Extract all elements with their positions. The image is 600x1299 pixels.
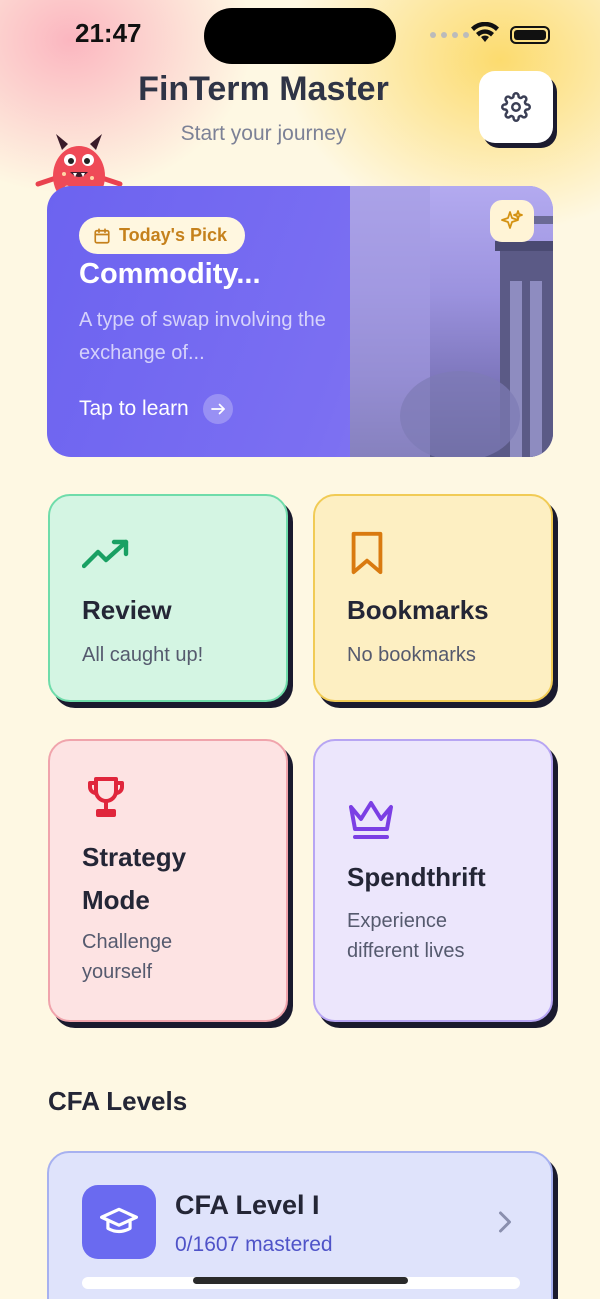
review-subtitle: All caught up! <box>82 644 204 666</box>
review-card[interactable]: Review All caught up! <box>48 494 288 702</box>
spendthrift-subtitle: Experience different lives <box>347 910 465 962</box>
app-title: FinTerm Master <box>138 70 389 108</box>
status-bar: 21:47 <box>0 0 600 70</box>
sparkles-icon <box>501 210 523 229</box>
sparkle-button[interactable] <box>490 200 534 242</box>
strategy-mode-card[interactable]: Strategy Mode Challenge yourself <box>48 739 288 1022</box>
graduation-cap-icon <box>82 1185 156 1259</box>
battery-icon <box>510 26 550 44</box>
chevron-right-icon <box>499 1211 511 1233</box>
todays-pick-label: Today's Pick <box>119 225 227 245</box>
review-title: Review <box>82 595 172 625</box>
gear-icon <box>501 92 531 122</box>
tap-to-learn-label: Tap to learn <box>79 397 189 420</box>
strategy-title: Strategy Mode <box>82 842 187 915</box>
bookmarks-card[interactable]: Bookmarks No bookmarks <box>313 494 553 702</box>
term-description: A type of swap involving the exchange of… <box>79 309 326 364</box>
bookmarks-title: Bookmarks <box>347 595 489 625</box>
arrow-right-icon <box>202 394 233 424</box>
spendthrift-card[interactable]: Spendthrift Experience different lives <box>313 739 553 1022</box>
calendar-icon <box>94 227 110 244</box>
wifi-icon <box>471 22 499 42</box>
todays-pick-card[interactable]: Today's Pick Commodity... A type of swap… <box>47 186 553 457</box>
todays-pick-badge: Today's Pick <box>79 217 245 254</box>
status-time: 21:47 <box>75 18 142 48</box>
home-indicator <box>193 1277 408 1284</box>
cellular-signal-icon <box>430 32 469 38</box>
crown-icon <box>349 801 393 839</box>
trophy-icon <box>88 777 124 817</box>
term-title: Commodity... <box>79 258 261 290</box>
cfa-level-title: CFA Level I <box>175 1190 320 1220</box>
trending-up-icon <box>82 539 129 569</box>
cfa-level-progress-text: 0/1607 mastered <box>175 1233 333 1256</box>
bookmark-icon <box>351 531 383 575</box>
settings-button[interactable] <box>479 71 553 143</box>
bookmarks-subtitle: No bookmarks <box>347 644 476 666</box>
tap-to-learn-link[interactable]: Tap to learn <box>79 394 233 424</box>
strategy-subtitle: Challenge yourself <box>82 931 173 983</box>
spendthrift-title: Spendthrift <box>347 862 486 892</box>
dynamic-island <box>204 8 396 64</box>
cfa-levels-heading: CFA Levels <box>48 1086 188 1116</box>
